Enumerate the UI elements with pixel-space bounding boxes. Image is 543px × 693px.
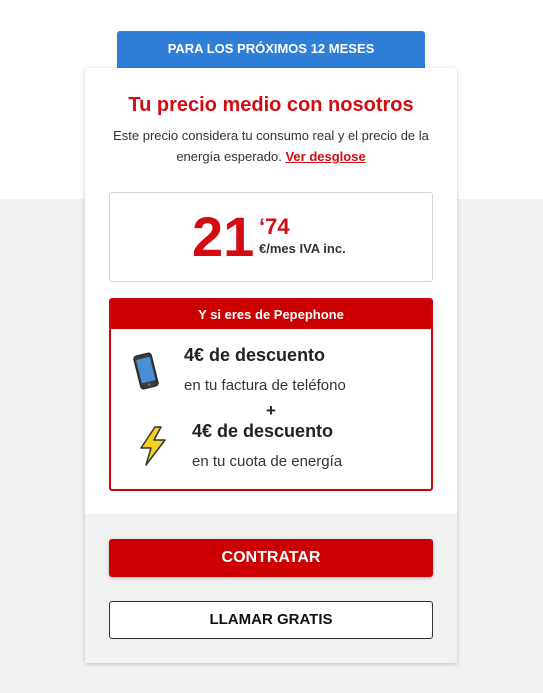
price-integer: 21 [192, 205, 255, 268]
plus-sign: + [266, 401, 276, 420]
price-description: Este precio considera tu consumo real y … [103, 125, 439, 167]
price-card: Tu precio medio con nosotros Este precio… [85, 68, 457, 663]
period-tab: PARA LOS PRÓXIMOS 12 MESES [117, 31, 425, 69]
description-text: Este precio considera tu consumo real y … [113, 128, 429, 164]
phone-discount: 4€ de descuento [184, 345, 326, 365]
price-decimal: ‘74 [259, 214, 290, 239]
contract-button[interactable]: CONTRATAR [109, 539, 433, 577]
phone-discount-detail: en tu factura de teléfono [184, 377, 346, 394]
promo-header: Y si eres de Pepephone [111, 300, 431, 329]
energy-discount-detail: en tu cuota de energía [192, 453, 343, 470]
price-box: 21 ‘74 €/mes IVA inc. [109, 192, 433, 282]
call-free-button[interactable]: LLAMAR GRATIS [109, 601, 433, 639]
price-unit: €/mes IVA inc. [259, 241, 346, 256]
breakdown-link[interactable]: Ver desglose [285, 149, 365, 164]
card-actions-area [85, 514, 457, 663]
lightning-icon [137, 426, 169, 471]
pepephone-promo: Y si eres de Pepephone 4€ de descuento e… [109, 298, 433, 491]
energy-discount: 4€ de descuento [192, 421, 334, 441]
card-title: Tu precio medio con nosotros [128, 94, 414, 116]
phone-icon [129, 352, 163, 395]
